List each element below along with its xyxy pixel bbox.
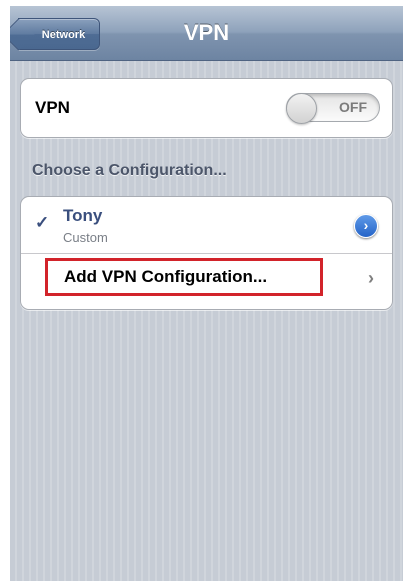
detail-disclosure-icon[interactable]: ›	[354, 214, 378, 238]
configuration-list: ✓ Tony Custom › Add VPN Configuration...…	[20, 196, 393, 310]
highlight-box: Add VPN Configuration...	[45, 258, 323, 296]
back-button-network[interactable]: Network	[18, 18, 100, 50]
configuration-name: Tony	[63, 206, 103, 225]
switch-state-text: OFF	[339, 99, 367, 115]
vpn-settings-screen: Network VPN VPN OFF Choose a Configurati…	[10, 6, 403, 581]
configuration-type: Custom	[63, 230, 108, 245]
checkmark-icon: ✓	[35, 213, 50, 232]
vpn-toggle-label: VPN	[35, 98, 70, 117]
vpn-toggle-cell: VPN OFF	[20, 78, 393, 138]
vpn-switch[interactable]: OFF	[286, 93, 380, 124]
add-vpn-configuration-row[interactable]: Add VPN Configuration... ›	[21, 253, 392, 309]
add-vpn-configuration-label: Add VPN Configuration...	[64, 267, 268, 286]
section-header-configurations: Choose a Configuration...	[32, 162, 227, 179]
switch-knob[interactable]	[286, 93, 317, 124]
configuration-row-tony[interactable]: ✓ Tony Custom ›	[21, 197, 392, 254]
back-button-label: Network	[41, 29, 86, 41]
chevron-right-icon: ›	[368, 268, 374, 288]
navigation-bar: Network VPN	[10, 6, 403, 61]
